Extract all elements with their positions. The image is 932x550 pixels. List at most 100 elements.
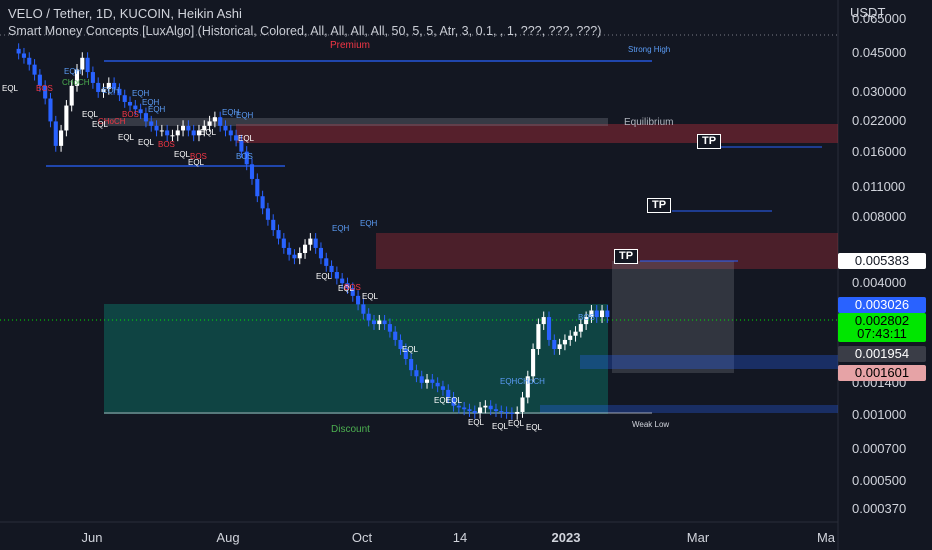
time-tick-label: Jun (81, 530, 103, 545)
candle-body (212, 117, 217, 122)
candle-body (440, 386, 445, 390)
candle-body (127, 101, 133, 106)
candle-body (419, 376, 424, 383)
candle-body (557, 344, 562, 349)
take-profit-label[interactable]: TP (697, 134, 722, 149)
candle-body (409, 358, 414, 371)
candle-body (414, 370, 419, 377)
order-block-premium (236, 124, 838, 143)
structure-label: EQL (468, 418, 485, 427)
candle-body (499, 411, 504, 413)
structure-label: EQL (200, 128, 217, 137)
candle-body (122, 95, 127, 102)
structure-label: EQL (92, 120, 109, 129)
structure-label: EQL (402, 345, 419, 354)
equilibrium-zone (104, 118, 608, 126)
candle-body (562, 339, 567, 345)
candle-body (133, 105, 138, 110)
candle-body (21, 53, 27, 58)
price-tick-label: 0.011000 (852, 179, 906, 195)
candle-body (165, 130, 170, 136)
candle-body (53, 121, 58, 146)
structure-label: BOS (344, 283, 361, 292)
candle-body (170, 135, 175, 137)
premium-label: Premium (330, 40, 371, 51)
candle-body (32, 64, 37, 75)
candle-body (138, 109, 143, 114)
candle-body (536, 324, 541, 349)
symbol-title: VELO / Tether, 1D, KUCOIN, Heikin Ashi (8, 6, 242, 21)
candle-body (483, 405, 488, 408)
candle-body (573, 331, 578, 336)
candle-body (64, 105, 69, 131)
candle-body (48, 98, 53, 122)
structure-label: EQL (508, 419, 525, 428)
price-tag: 0.003026 (838, 297, 926, 313)
candle-body (578, 324, 583, 332)
candle-body (16, 48, 21, 54)
candle-body (249, 164, 255, 179)
price-tick-label: 0.030000 (852, 83, 907, 99)
chart-canvas[interactable] (0, 0, 932, 550)
candle-body (568, 335, 573, 340)
structure-label: EQL (526, 423, 543, 432)
structure-label: EQH (102, 86, 120, 95)
price-tag: 0.001601 (838, 365, 926, 381)
order-block-mid (376, 233, 838, 269)
candle-body (424, 379, 430, 383)
candle-body (472, 411, 477, 413)
candle-body (387, 324, 392, 332)
take-profit-label[interactable]: TP (647, 198, 672, 213)
candle-body (324, 258, 329, 266)
price-tick-label: 0.065000 (852, 10, 907, 26)
candle-body (143, 113, 148, 122)
structure-label: EQL (446, 396, 463, 405)
time-tick-label: Mar (686, 530, 710, 545)
candle-body (478, 407, 483, 413)
structure-label: EQH (64, 67, 82, 76)
structure-label: BOS (236, 152, 253, 161)
candle-body (207, 121, 212, 126)
price-tick-label: 0.000500 (852, 472, 907, 488)
candle-body (59, 130, 64, 146)
candle-body (334, 272, 339, 279)
candle-body (605, 310, 610, 318)
candle-body (260, 196, 265, 209)
candle-body (276, 230, 281, 239)
candle-body (90, 72, 95, 83)
candle-body (292, 254, 297, 259)
time-tick-label: 2023 (551, 530, 581, 545)
candle-body (318, 247, 324, 259)
structure-label: EQL (362, 292, 379, 301)
price-tag: 0.005383 (838, 253, 926, 269)
candle-body (509, 412, 514, 414)
candle-body (356, 295, 361, 305)
indicator-title: Smart Money Concepts [LuxAlgo] (Historic… (8, 24, 602, 38)
structure-label: EQH (148, 105, 166, 114)
structure-label: BOS (158, 140, 175, 149)
structure-label: BOS (578, 313, 595, 322)
candle-body (255, 178, 260, 197)
structure-label: EQH (332, 224, 350, 233)
candle-body (599, 310, 605, 318)
candle-body (297, 252, 302, 259)
price-tick-label: 0.000370 (852, 501, 907, 517)
candle-body (223, 125, 228, 131)
candle-body (520, 397, 525, 412)
candle-body (308, 238, 313, 245)
order-block-low (540, 405, 838, 413)
structure-label: BOS (122, 110, 139, 119)
price-tick-label: 0.008000 (852, 209, 907, 225)
candle-body (281, 238, 286, 248)
candle-body (228, 130, 233, 136)
structure-label: EQH (360, 219, 378, 228)
candle-body (181, 125, 186, 131)
take-profit-label[interactable]: TP (614, 249, 639, 264)
structure-label: EQHCHoCH (500, 377, 545, 386)
candle-body (462, 407, 467, 410)
candle-body (85, 57, 90, 73)
candle-body (531, 348, 536, 377)
structure-label: EQH (132, 89, 150, 98)
price-tick-label: 0.000700 (852, 440, 907, 456)
price-tick-label: 0.004000 (852, 275, 907, 291)
